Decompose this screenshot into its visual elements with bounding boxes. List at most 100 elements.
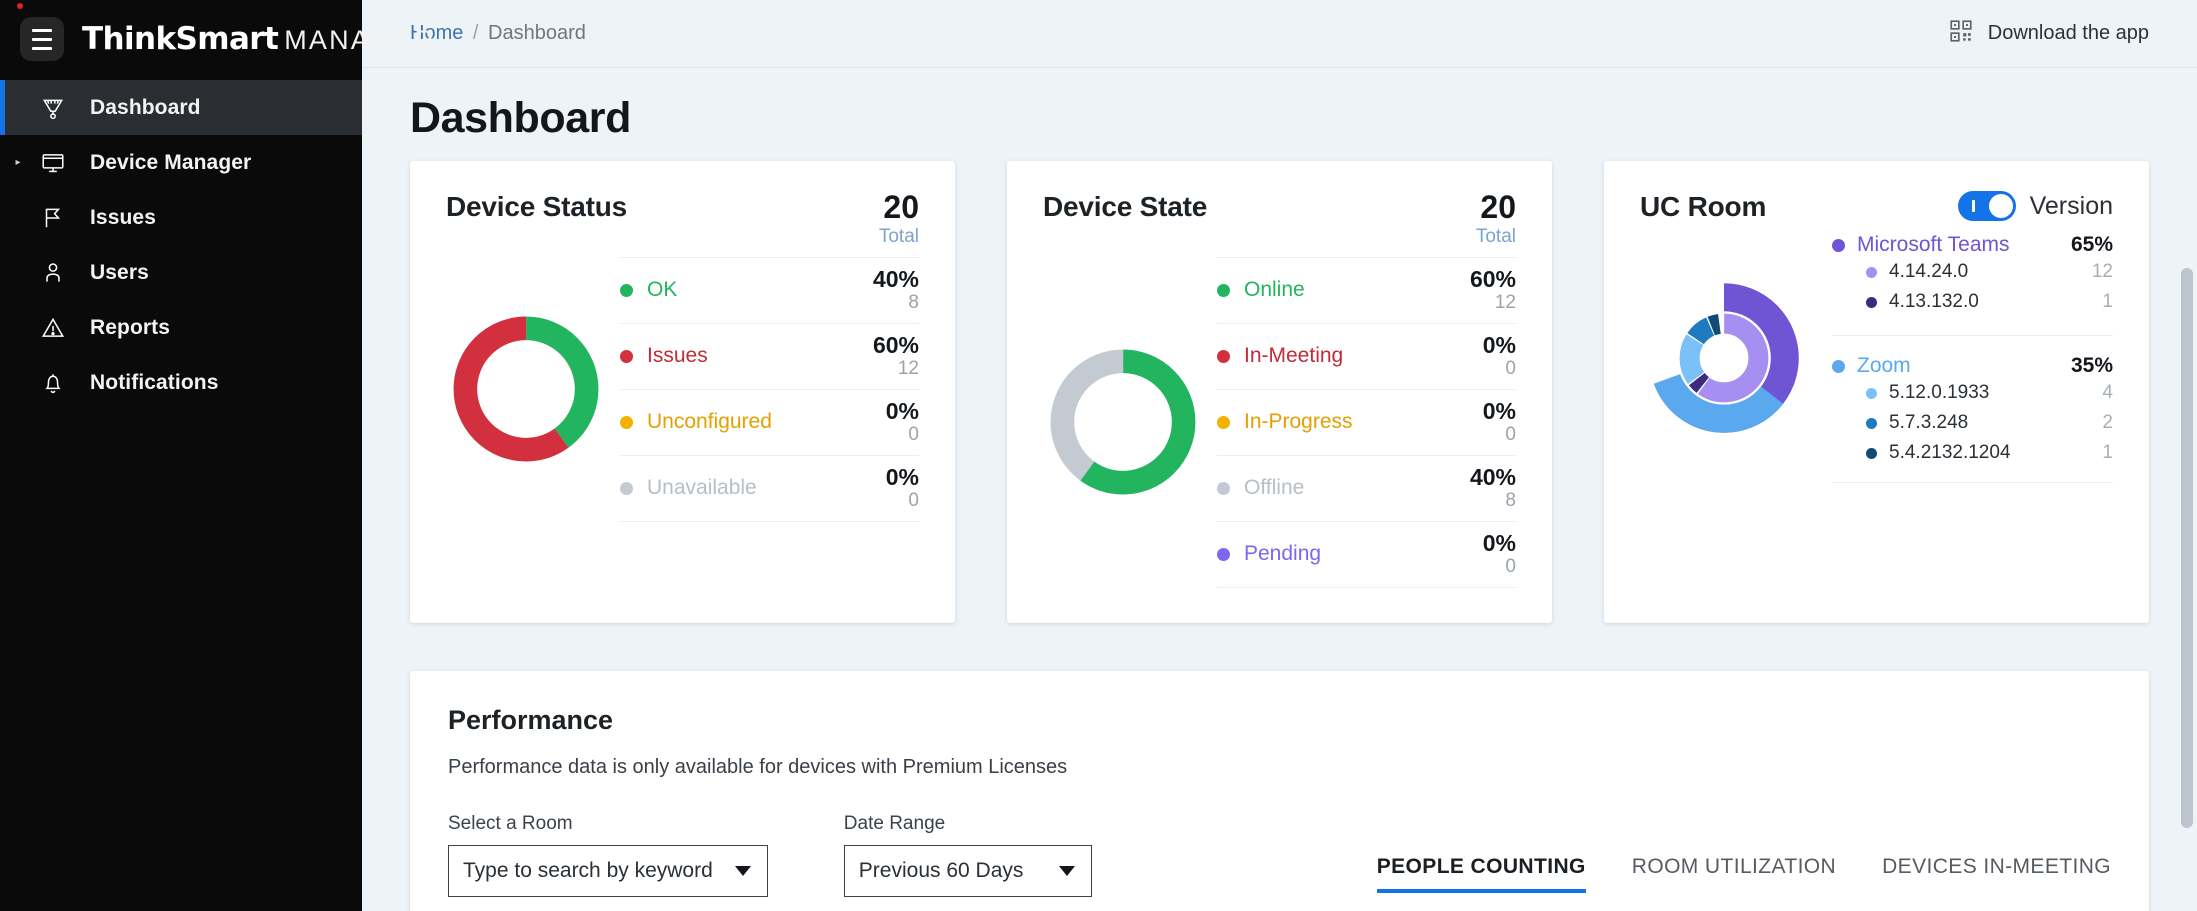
select-room-group: Select a Room Type to search by keyword [448, 813, 768, 897]
legend-row[interactable]: Online 60% 12 [1217, 256, 1516, 324]
legend-row[interactable]: OK 40% 8 [620, 256, 919, 324]
sidebar-item-label: Users [90, 260, 149, 284]
status-dot-icon [620, 415, 633, 429]
version-toggle-group: Version [1957, 191, 2113, 221]
sidebar-item-notifications[interactable]: ▸ Notifications [0, 355, 362, 410]
legend-row[interactable]: Unconfigured 0% 0 [620, 390, 919, 456]
legend-percent: 60% [1469, 265, 1516, 292]
legend-right: 40% 8 [1469, 463, 1516, 512]
uc-version-row[interactable]: 4.13.132.0 1 [1832, 287, 2113, 317]
device-state-legend: Online 60% 12 In-Meeting 0% 0 In-Progres… [1217, 256, 1516, 588]
legend-count: 0 [908, 424, 919, 446]
uc-group-label: Zoom [1857, 354, 1911, 377]
date-range-dropdown[interactable]: Previous 60 Days [843, 845, 1092, 897]
legend-left: Offline [1217, 476, 1304, 500]
sidebar-item-users[interactable]: ▸ Users [0, 245, 362, 300]
uc-room-card: UC Room Version Microsoft Teams 65% 4.14… [1604, 161, 2149, 623]
page-title: Dashboard [410, 94, 631, 142]
chevron-down-icon [734, 866, 751, 876]
uc-group-header[interactable]: Zoom 35% [1832, 354, 2113, 378]
total-label: Total [1475, 225, 1516, 247]
version-toggle-label: Version [2029, 191, 2113, 220]
select-room-dropdown[interactable]: Type to search by keyword [448, 845, 768, 897]
card-header: Device Status 20 Total [446, 189, 919, 247]
uc-group-header-left: Zoom [1832, 354, 1911, 378]
status-dot-icon [1217, 349, 1230, 363]
uc-group-percent: 35% [2070, 354, 2113, 377]
legend-label: Offline [1244, 476, 1305, 500]
legend-left: Unavailable [620, 476, 757, 500]
legend-row[interactable]: In-Progress 0% 0 [1217, 390, 1516, 456]
legend-percent: 60% [872, 331, 919, 358]
hamburger-bar [32, 46, 52, 50]
sidebar-item-dashboard[interactable]: ▸ Dashboard [0, 80, 362, 135]
device-status-card: Device Status 20 Total OK 40% 8 Issues 6… [410, 161, 955, 623]
legend-left: Issues [620, 344, 708, 368]
breadcrumb-current: Dashboard [488, 22, 586, 44]
donut-svg [453, 316, 599, 462]
chevron-right-icon[interactable]: ▸ [6, 157, 30, 168]
device-state-card: Device State 20 Total Online 60% 12 In-M… [1007, 161, 1552, 623]
legend-percent: 40% [872, 265, 919, 292]
legend-row[interactable]: Issues 60% 12 [620, 324, 919, 390]
sidebar-item-issues[interactable]: ▸ Issues [0, 190, 362, 245]
total-value: 20 [883, 189, 919, 225]
select-room-value: Type to search by keyword [463, 859, 713, 882]
legend-percent: 0% [885, 397, 919, 424]
version-toggle[interactable] [1957, 191, 2016, 221]
legend-label: Unavailable [647, 476, 757, 500]
performance-title: Performance [448, 705, 614, 735]
app-root: ThinkSmart MANAGER ▸ Dashboard [0, 0, 2197, 911]
uc-version-row[interactable]: 5.12.0.1933 4 [1832, 378, 2113, 408]
tab-room-utilization[interactable]: ROOM UTILIZATION [1632, 855, 1836, 893]
legend-row[interactable]: Offline 40% 8 [1217, 456, 1516, 522]
version-dot-icon [1866, 266, 1877, 278]
legend-label: In-Progress [1244, 410, 1353, 434]
legend-count: 8 [1505, 490, 1516, 512]
hamburger-icon[interactable] [20, 17, 64, 61]
uc-room-donut-chart [1640, 274, 1822, 442]
tab-devices-in-meeting[interactable]: DEVICES IN-MEETING [1882, 855, 2111, 893]
platform-dot-icon [1832, 238, 1845, 252]
brand-logo[interactable]: ThinkSmart MANAGER [17, 3, 436, 57]
legend-row[interactable]: Pending 0% 0 [1217, 522, 1516, 588]
tab-people-counting[interactable]: PEOPLE COUNTING [1376, 855, 1586, 893]
sidebar-item-reports[interactable]: ▸ Reports [0, 300, 362, 355]
legend-label: OK [647, 278, 678, 302]
sidebar-item-label: Reports [90, 315, 171, 339]
legend-left: In-Progress [1217, 410, 1353, 434]
total-label: Total [878, 225, 919, 247]
card-total: 20 Total [1475, 190, 1516, 247]
sidebar-item-label: Notifications [90, 370, 219, 394]
uc-version-row[interactable]: 5.7.3.248 2 [1832, 408, 2113, 438]
legend-count: 0 [1505, 556, 1516, 578]
legend-right: 0% 0 [885, 397, 919, 446]
sidebar-item-device-manager[interactable]: ▸ Device Manager [0, 135, 362, 190]
flag-icon [30, 205, 76, 231]
uc-version-row[interactable]: 4.14.24.0 12 [1832, 257, 2113, 287]
performance-controls-row: Select a Room Type to search by keyword … [448, 813, 2111, 897]
main-content: Home / Dashboard Download the app Dashbo… [362, 0, 2197, 911]
status-dot-icon [620, 481, 633, 495]
legend-label: Issues [647, 344, 708, 368]
legend-left: OK [620, 278, 677, 302]
uc-group-header[interactable]: Microsoft Teams 65% [1832, 233, 2113, 257]
scrollbar-top-cap [2177, 0, 2197, 68]
legend-count: 0 [1505, 424, 1516, 446]
legend-right: 0% 0 [1482, 331, 1516, 380]
uc-version-label: 4.13.132.0 [1889, 291, 1979, 312]
card-total: 20 Total [878, 189, 919, 247]
uc-version-label: 4.14.24.0 [1889, 261, 1969, 282]
legend-percent: 0% [1482, 331, 1516, 358]
legend-row[interactable]: In-Meeting 0% 0 [1217, 324, 1516, 390]
scrollbar-thumb[interactable] [2181, 268, 2193, 828]
hamburger-bar [32, 37, 52, 41]
download-app-button[interactable]: Download the app [1948, 18, 2149, 50]
legend-left: Online [1217, 278, 1305, 302]
uc-version-row[interactable]: 5.4.2132.1204 1 [1832, 438, 2113, 468]
legend-percent: 40% [1469, 463, 1516, 490]
legend-row[interactable]: Unavailable 0% 0 [620, 456, 919, 522]
device-status-legend: OK 40% 8 Issues 60% 12 Unconfigured 0% 0… [620, 256, 919, 522]
vertical-scrollbar[interactable] [2177, 0, 2197, 911]
legend-right: 0% 0 [1483, 530, 1516, 578]
